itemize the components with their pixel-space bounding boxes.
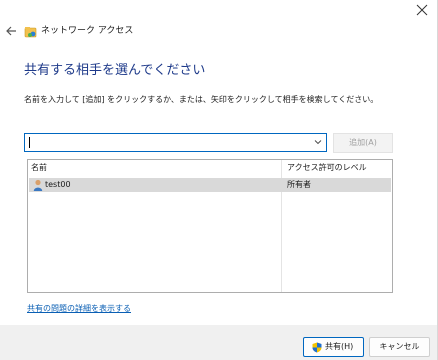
sharing-help-link[interactable]: 共有の問題の詳細を表示する [27,303,131,314]
column-header-name[interactable]: 名前 [31,162,47,173]
dialog-footer: 共有(H) キャンセル [0,325,437,360]
close-icon[interactable] [416,4,428,16]
name-input[interactable] [31,135,311,149]
name-combobox[interactable] [24,133,327,152]
list-header: 名前 アクセス許可のレベル [28,160,392,175]
column-header-permission-level[interactable]: アクセス許可のレベル [287,162,367,173]
permission-level[interactable]: 所有者 [287,179,311,190]
back-arrow-icon[interactable] [4,24,18,38]
uac-shield-icon [312,342,322,353]
list-row[interactable]: test00 所有者 [29,178,391,192]
users-list[interactable]: 名前 アクセス許可のレベル test00 所有者 [27,159,393,293]
text-caret [29,137,30,148]
share-button[interactable]: 共有(H) [303,337,364,357]
page-heading: 共有する相手を選んでください [24,63,206,78]
chevron-down-icon[interactable] [314,138,322,146]
cancel-button[interactable]: キャンセル [369,337,430,357]
user-icon [33,179,43,191]
add-button[interactable]: 追加(A) [333,133,393,153]
network-access-icon [24,27,37,38]
window-title: ネットワーク アクセス [41,26,134,36]
user-name: test00 [45,180,71,189]
instruction-text: 名前を入力して [追加] をクリックするか、または、矢印をクリックして相手を検索… [24,95,379,104]
share-button-label: 共有(H) [325,342,354,351]
